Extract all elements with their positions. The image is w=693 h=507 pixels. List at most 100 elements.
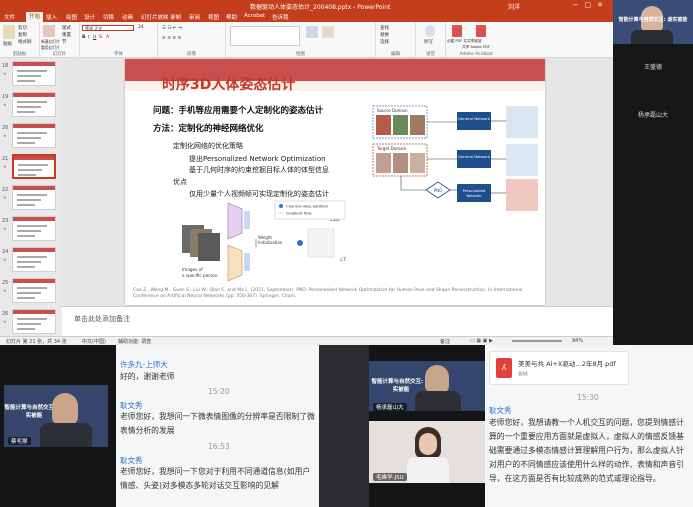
thumbnail-star-icon: ★ [3,226,7,231]
slide-thumbnail[interactable] [12,216,56,241]
strikethrough-button[interactable]: S [99,35,102,40]
chat-panel-left[interactable]: 许多九-上师大 好的，谢谢老师 15:20 耿文秀 老师您好，我想问一下微表情图… [116,345,319,507]
encoder-bottom [227,244,243,282]
paste-icon[interactable] [3,25,15,39]
menu-5[interactable]: 切换 [103,13,114,21]
slide-thumbnail[interactable] [12,123,56,148]
drawing-label: 绘图 [296,52,305,57]
slide-title: 时序3D人体姿态估计 [162,77,296,93]
notes-placeholder[interactable]: 单击此处添加备注 [74,314,130,324]
paste-button[interactable]: 粘贴 [3,41,12,47]
bold-button[interactable]: B [82,35,85,40]
font-color-button[interactable]: A [106,35,109,40]
share-pdf-icon[interactable] [476,25,486,37]
reset-button[interactable]: 重置 [62,32,71,38]
shapes-gallery[interactable] [230,26,300,46]
slides-group: 新建幻灯片 重用幻灯片 版式 重置 节 幻灯片 [40,22,80,58]
underline-button[interactable]: U [93,35,96,40]
paragraph-group: ☰ ☷ ⇤ ⇥ ≡ ≡ ≡ ≡ 段落 [158,22,226,58]
acrobat-group: 创建 PDF 并共享链接 共享 Adobe PDF Adobe Acrobat [446,22,506,58]
thumbnail-line [17,106,41,108]
section-button[interactable]: 节 [62,39,67,45]
person-image-3 [198,233,220,261]
user-name[interactable]: 刘洋 [508,2,520,11]
menu-9[interactable]: 审阅 [189,13,200,21]
slide-thumbnail[interactable] [12,247,56,272]
cut-button[interactable]: 剪切 [18,25,27,31]
editing-label: 编辑 [391,52,400,57]
menu-6[interactable]: 动画 [122,13,133,21]
slide-thumbnails-pane[interactable]: 18 ★ 19 ★ 20 ★ 21 ★ 22 ★ 23 ★ 24 ★ 25 ★ 26 ★ [0,58,62,336]
speaker-body [631,30,673,44]
copy-button[interactable]: 复制 [18,32,27,38]
notes-toggle[interactable]: 备注 [440,338,450,345]
status-bar: 幻灯片 第 21 张，共 34 张 中文(中国) 辅助功能: 调查 备注 ▭ ▦… [0,336,613,345]
background-gap [319,345,369,507]
menu-0[interactable]: 文件 [4,13,15,21]
share-adobe-pdf-button[interactable]: 共享 Adobe PDF [462,45,490,50]
slide-thumbnail[interactable] [12,154,56,179]
microphone-icon[interactable] [425,25,435,37]
chat-time-right: 15:30 [577,393,599,402]
thumbnail-star-icon: ★ [3,319,7,324]
zoom-level[interactable]: 94% [572,338,583,344]
slide-thumbnail[interactable] [12,92,56,117]
menu-3[interactable]: 绘图 [66,13,77,21]
menu-1[interactable]: 开始 [26,12,44,22]
find-button[interactable]: 查找 [380,25,389,31]
thumbnail-line [17,328,35,330]
bullet-5: 仅用少量个人视频帧可实现定制化的姿态估计 [189,190,329,198]
font-size-input[interactable]: 24 [138,25,144,30]
slide-thumbnail[interactable] [12,185,56,210]
menu-11[interactable]: 帮助 [226,13,237,21]
menu-4[interactable]: 设计 [84,13,95,21]
file-attachment[interactable]: ʎ 美美与共 AI+X驱动…2年8月.pdf 8M [489,351,629,385]
format-painter-button[interactable]: 格式刷 [18,39,32,45]
italic-button[interactable]: I [88,35,89,40]
general-network-label-2: General Network [458,154,491,159]
layout-button[interactable]: 版式 [62,25,71,31]
arrange-icon[interactable] [306,26,318,38]
select-button[interactable]: 选择 [380,39,389,45]
current-slide[interactable]: 时序3D人体姿态估计 问题：手机等应用需要个人定制化的姿态估计 方法：定制化的神… [125,59,545,305]
personalized-network-box [457,184,491,202]
chat-panel-right[interactable]: ʎ 美美与共 AI+X驱动…2年8月.pdf 8M 15:30 耿文秀 老师您好… [485,345,693,507]
menu-12[interactable]: Acrobat [244,13,265,19]
pdf-icon[interactable] [452,25,462,37]
dictate-button[interactable]: 听写 [424,39,433,45]
title-bar: 数据驱动人体姿态估计_200408.pptx - PowerPoint 刘洋 −… [0,0,613,12]
slide-thumbnail[interactable] [12,278,56,303]
new-slide-icon[interactable] [43,25,55,37]
bullets-button[interactable]: ☰ ☷ ⇤ ⇥ [162,26,182,31]
slide-thumbnail[interactable] [12,61,56,86]
menu-2[interactable]: 插入 [46,13,57,21]
thumbnail-line [17,297,35,299]
align-buttons[interactable]: ≡ ≡ ≡ ≡ [162,36,181,41]
clipboard-label: 剪贴板 [12,52,27,57]
thumbnail-number: 21 [2,156,9,162]
thumbnail-line [18,174,36,176]
notes-pane[interactable]: 单击此处添加备注 [62,306,613,336]
chat-message-right: 老师您好，我想请教一个人机交互的问题，您提到情感计算的一个重要应用方面就是虚拟人… [489,418,684,483]
thumbnail-line [17,142,35,144]
language-status[interactable]: 中文(中国) [82,338,106,345]
menu-13[interactable]: 告诉我 [272,13,289,21]
create-pdf-button[interactable]: 创建 PDF 并共享链接 [447,39,481,44]
accessibility-status[interactable]: 辅助功能: 调查 [118,338,151,345]
slide-thumbnail[interactable] [12,309,56,334]
replace-button[interactable]: 替换 [380,32,389,38]
bullet-2: 提出Personalized Network Optimization [189,155,326,163]
menu-10[interactable]: 视图 [208,13,219,21]
thumbnail-number: 18 [2,63,9,69]
menu-8[interactable]: 录制 [170,13,181,21]
ribbon: 粘贴 剪切 复制 格式刷 剪贴板 新建幻灯片 重用幻灯片 版式 重置 节 幻灯片… [0,22,613,58]
menu-7[interactable]: 幻灯片放映 [141,13,169,21]
window-controls[interactable]: −▢✕ [573,1,609,9]
view-buttons[interactable]: ▭ ▦ ▣ ▶ [470,338,493,344]
zoom-slider[interactable] [512,340,562,342]
quick-styles-icon[interactable] [322,26,334,38]
video-banner: 智能计算与自然交互: 虚实被能 [618,17,688,23]
font-name-input[interactable]: 等线 正文 [82,25,134,31]
bullet-3: 基于几何时序的约束挖掘目标人体的体型信息 [189,166,329,174]
thumbnail-line [17,204,35,206]
